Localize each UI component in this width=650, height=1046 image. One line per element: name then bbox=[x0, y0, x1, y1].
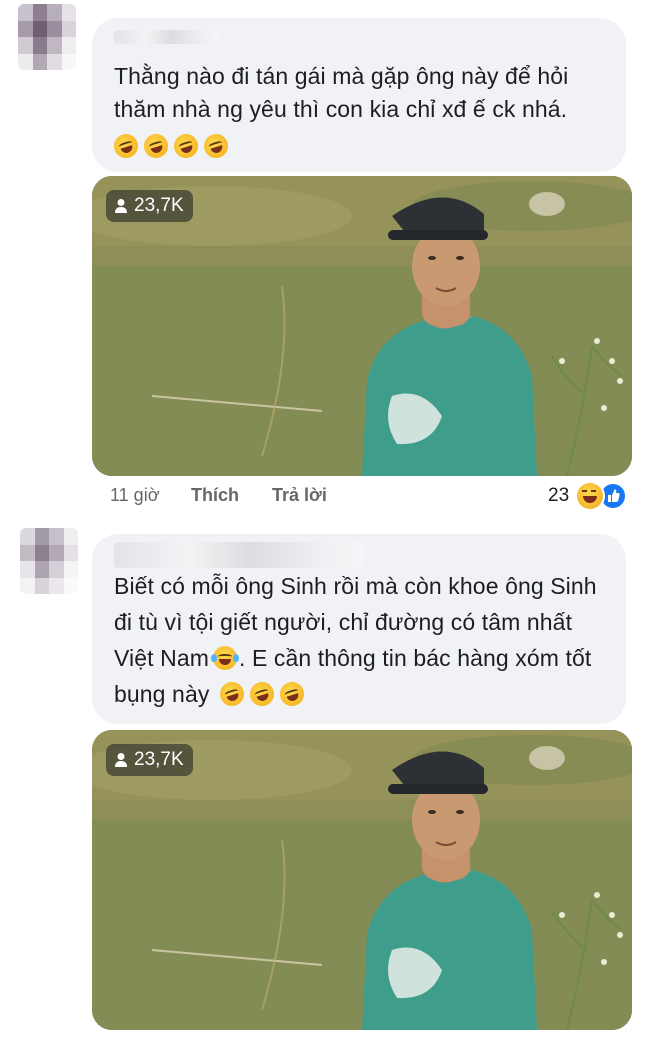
reply-button[interactable]: Trả lời bbox=[272, 485, 327, 506]
view-count-badge: 23,7K bbox=[106, 190, 193, 222]
comment-text: Thằng nào đi tán gái mà gặp ông này để h… bbox=[114, 63, 569, 122]
rolling-on-floor-laughing-icon bbox=[200, 130, 232, 162]
reaction-count: 23 bbox=[548, 485, 570, 506]
rolling-on-floor-laughing-icon bbox=[276, 678, 308, 710]
rolling-on-floor-laughing-icon bbox=[140, 130, 172, 162]
avatar[interactable] bbox=[18, 4, 76, 70]
person-icon bbox=[115, 199, 127, 213]
comment-time[interactable]: 11 giờ bbox=[110, 485, 160, 506]
view-count-badge: 23,7K bbox=[106, 744, 193, 776]
view-count: 23,7K bbox=[134, 749, 184, 770]
rolling-on-floor-laughing-icon bbox=[216, 678, 248, 710]
avatar[interactable] bbox=[20, 528, 78, 594]
like-button[interactable]: Thích bbox=[191, 485, 239, 506]
reaction-summary[interactable]: 23 bbox=[548, 481, 628, 511]
comment-photo[interactable]: 23,7K bbox=[92, 730, 632, 1030]
commenter-name-blurred[interactable] bbox=[114, 30, 220, 44]
comment-text: Biết có mỗi ông Sinh rồi mà còn khoe ông… bbox=[114, 568, 614, 712]
view-count: 23,7K bbox=[134, 195, 184, 216]
rolling-on-floor-laughing-icon bbox=[246, 678, 278, 710]
emoji-row bbox=[110, 130, 234, 162]
face-with-tears-of-joy-icon bbox=[210, 646, 239, 670]
comment-bubble: Thằng nào đi tán gái mà gặp ông này để h… bbox=[92, 18, 626, 172]
commenter-name-blurred[interactable] bbox=[114, 542, 364, 568]
comment-photo[interactable]: 23,7K bbox=[92, 176, 632, 476]
rolling-on-floor-laughing-icon bbox=[110, 130, 142, 162]
person-icon bbox=[115, 753, 127, 767]
comment-bubble: Biết có mỗi ông Sinh rồi mà còn khoe ông… bbox=[92, 534, 626, 724]
rolling-on-floor-laughing-icon bbox=[170, 130, 202, 162]
haha-reaction-icon bbox=[575, 481, 606, 511]
